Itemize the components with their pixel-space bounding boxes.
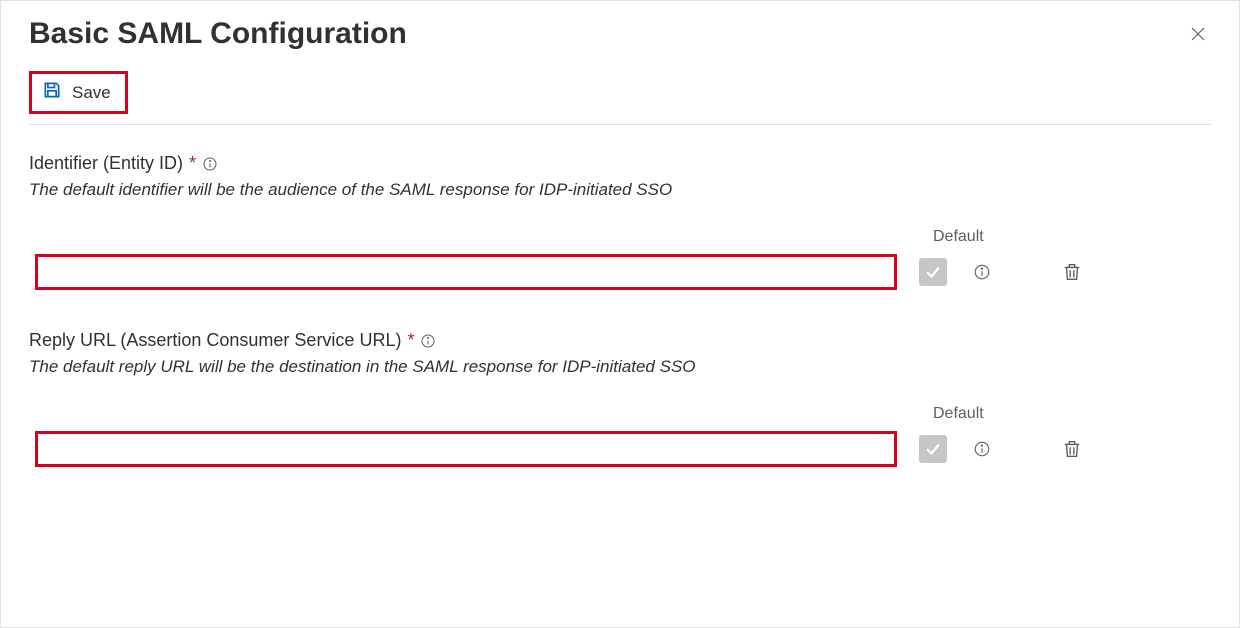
reply-url-row [29, 431, 1211, 467]
default-column-header: Default [929, 405, 984, 423]
save-icon [42, 80, 62, 105]
default-checkbox[interactable] [919, 435, 947, 463]
delete-button[interactable] [1061, 438, 1083, 460]
page-title: Basic SAML Configuration [29, 17, 407, 51]
required-marker: * [407, 330, 414, 351]
close-icon [1189, 31, 1207, 46]
reply-url-label: Reply URL (Assertion Consumer Service UR… [29, 330, 401, 351]
info-icon[interactable] [973, 440, 991, 458]
reply-url-description: The default reply URL will be the destin… [29, 357, 1211, 377]
reply-url-section: Reply URL (Assertion Consumer Service UR… [29, 330, 1211, 467]
required-marker: * [189, 153, 196, 174]
identifier-description: The default identifier will be the audie… [29, 180, 1211, 200]
trash-icon [1061, 261, 1083, 283]
info-icon[interactable] [202, 156, 218, 172]
identifier-row [29, 254, 1211, 290]
reply-url-input[interactable] [35, 431, 897, 467]
save-button-label: Save [72, 83, 111, 103]
info-icon[interactable] [420, 333, 436, 349]
identifier-section: Identifier (Entity ID) * The default ide… [29, 153, 1211, 290]
identifier-input[interactable] [35, 254, 897, 290]
close-button[interactable] [1185, 21, 1211, 50]
info-icon[interactable] [973, 263, 991, 281]
save-button[interactable]: Save [29, 71, 128, 114]
identifier-label: Identifier (Entity ID) [29, 153, 183, 174]
trash-icon [1061, 438, 1083, 460]
default-checkbox[interactable] [919, 258, 947, 286]
default-column-header: Default [929, 228, 984, 246]
toolbar: Save [29, 71, 1211, 125]
delete-button[interactable] [1061, 261, 1083, 283]
